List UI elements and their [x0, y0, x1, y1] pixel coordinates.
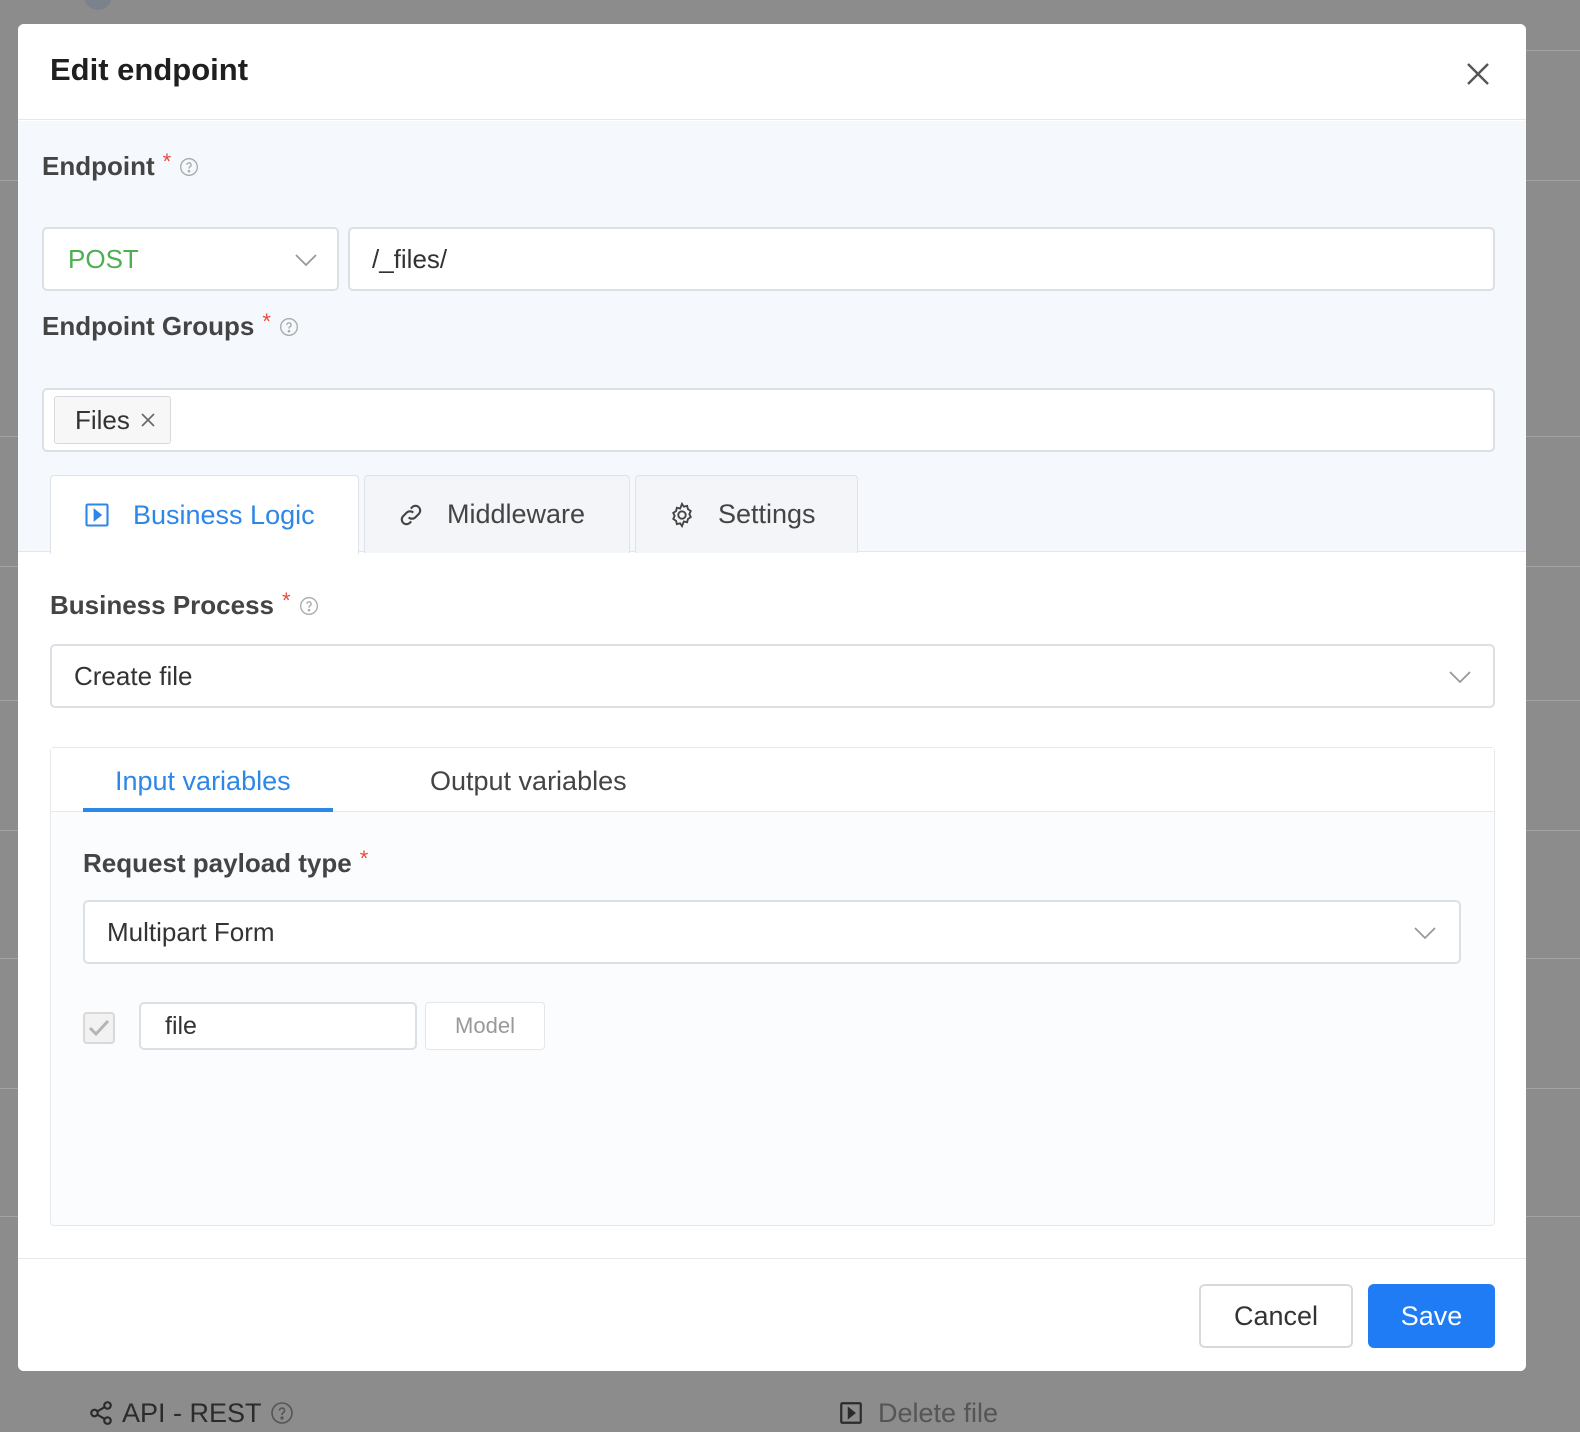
http-method-value: POST: [68, 243, 139, 274]
background-delete-file-label: Delete file: [878, 1397, 999, 1428]
required-mark: *: [282, 587, 291, 613]
field-name-input[interactable]: file: [139, 1002, 417, 1050]
endpoint-path-input[interactable]: /_files/: [348, 227, 1495, 291]
link-icon: [400, 504, 422, 525]
modal-title: Edit endpoint: [50, 52, 249, 87]
close-button[interactable]: [1462, 58, 1494, 90]
request-payload-label: Request payload type *: [83, 845, 369, 879]
background-api-rest-item: API - REST: [88, 1394, 294, 1432]
play-square-icon: [840, 1402, 862, 1424]
model-button[interactable]: Model: [425, 1002, 545, 1050]
endpoint-groups-label: Endpoint Groups *: [42, 308, 299, 342]
request-payload-value: Multipart Form: [107, 916, 275, 947]
help-icon[interactable]: [299, 596, 319, 616]
endpoint-label-text: Endpoint: [42, 151, 155, 181]
request-payload-select[interactable]: Multipart Form: [83, 900, 1461, 964]
help-icon: [270, 1402, 293, 1424]
tab-output-variables[interactable]: Output variables: [430, 766, 627, 797]
active-tab-indicator: [83, 808, 333, 812]
chevron-down-icon: [1414, 927, 1436, 940]
tab-label: Business Logic: [133, 499, 315, 530]
http-method-select[interactable]: POST: [42, 227, 339, 291]
tab-business-logic[interactable]: Business Logic: [50, 475, 359, 554]
variables-tabs: Input variables Output variables: [51, 748, 1494, 812]
business-process-select[interactable]: Create file: [50, 644, 1495, 708]
required-mark: *: [262, 308, 271, 334]
required-mark: *: [162, 148, 172, 174]
play-square-icon: [85, 503, 109, 527]
variables-card: Input variables Output variables Request…: [50, 747, 1495, 1226]
avatar: [84, 0, 112, 10]
group-tag: Files: [54, 396, 171, 444]
gear-icon: [672, 501, 692, 528]
business-process-label-text: Business Process: [50, 590, 275, 620]
save-button[interactable]: Save: [1368, 1284, 1495, 1348]
help-icon[interactable]: [179, 157, 199, 177]
tab-input-variables[interactable]: Input variables: [115, 766, 291, 797]
chevron-down-icon: [295, 254, 317, 267]
required-mark: *: [359, 845, 369, 871]
modal-header: Edit endpoint: [18, 24, 1526, 120]
endpoint-groups-label-text: Endpoint Groups: [42, 311, 255, 341]
endpoint-path-value: /_files/: [372, 243, 448, 274]
check-icon: [88, 1019, 110, 1037]
tab-settings[interactable]: Settings: [635, 475, 858, 553]
edit-endpoint-modal: Edit endpoint Endpoint * POST /_files/ E…: [18, 24, 1526, 1371]
business-process-value: Create file: [74, 660, 193, 691]
tab-middleware[interactable]: Middleware: [364, 475, 630, 553]
tab-label: Settings: [718, 499, 816, 529]
close-icon[interactable]: [140, 412, 156, 428]
field-checkbox[interactable]: [83, 1012, 115, 1044]
endpoint-groups-select[interactable]: Files: [42, 388, 1495, 452]
endpoint-label: Endpoint *: [42, 148, 199, 182]
group-tag-label: Files: [75, 404, 130, 435]
business-process-label: Business Process *: [50, 587, 319, 621]
cancel-button[interactable]: Cancel: [1199, 1284, 1353, 1348]
background-delete-file-item: Delete file: [838, 1394, 998, 1432]
modal-footer: Cancel Save: [18, 1258, 1526, 1371]
tab-label: Middleware: [447, 499, 586, 529]
chevron-down-icon: [1449, 671, 1471, 684]
help-icon[interactable]: [279, 317, 299, 337]
share-icon: [90, 1401, 112, 1425]
endpoint-settings-area: Endpoint * POST /_files/ Endpoint Groups…: [18, 121, 1526, 554]
field-name-value: file: [165, 1011, 197, 1040]
request-payload-label-text: Request payload type: [83, 848, 352, 878]
background-api-rest-label: API - REST: [122, 1397, 262, 1428]
close-icon: [1467, 63, 1489, 85]
